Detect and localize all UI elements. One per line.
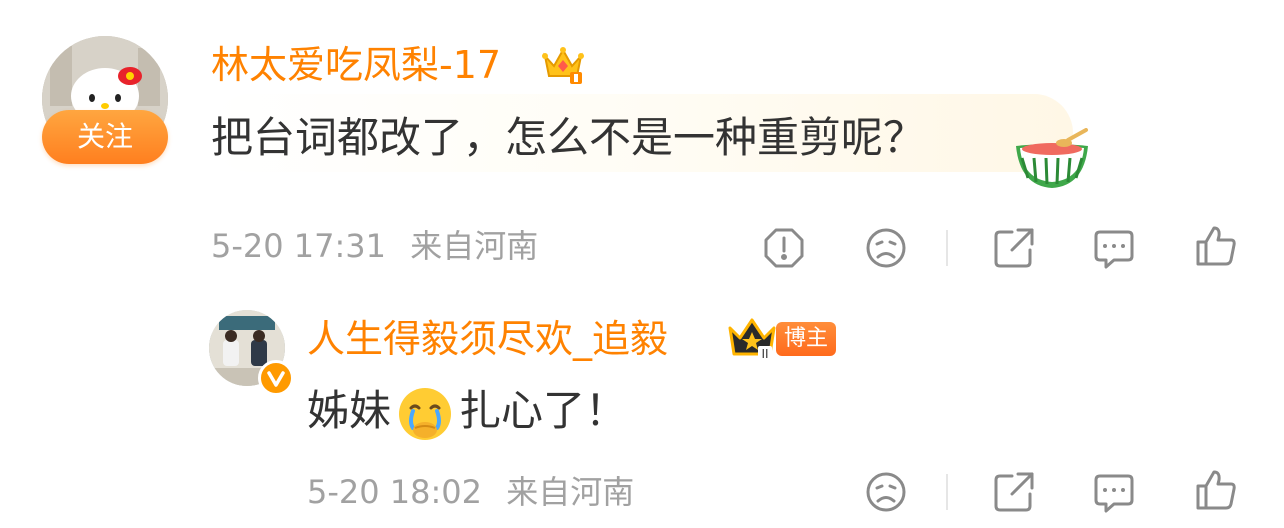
comment-location: 来自河南 (410, 227, 539, 265)
commenter-username[interactable]: 林太爱吃凤梨-17 (211, 38, 501, 92)
svg-text:II: II (761, 347, 768, 361)
reply-text-before: 姊妹 (307, 386, 392, 435)
host-tag: 博主 (776, 322, 836, 356)
crown-rank-icon: II (726, 314, 778, 362)
verified-badge-icon (258, 360, 294, 396)
comment-text: 把台词都改了，怎么不是一种重剪呢？ (211, 113, 926, 162)
reply-meta: 5-20 18:02 来自河南 (307, 470, 634, 514)
report-icon[interactable] (762, 226, 806, 270)
watermelon-sticker-icon (1012, 128, 1092, 192)
replier-username[interactable]: 人生得毅须尽欢_追毅 (307, 312, 668, 366)
follow-button[interactable]: 关注 (42, 110, 168, 164)
reply-time: 5-20 18:02 (307, 473, 483, 511)
reply-text: 姊妹 扎心了！ (307, 380, 627, 442)
reply-icon[interactable] (1092, 226, 1136, 270)
reply-share-icon[interactable] (992, 470, 1036, 514)
reply-like-icon[interactable] (1194, 468, 1238, 512)
comment-time: 5-20 17:31 (211, 227, 387, 265)
crown-badge-icon (540, 42, 586, 88)
share-icon[interactable] (992, 226, 1036, 270)
reply-location: 来自河南 (506, 473, 635, 511)
reply-action-divider (946, 474, 948, 510)
like-icon[interactable] (1194, 224, 1238, 268)
reply-reply-icon[interactable] (1092, 470, 1136, 514)
crying-face-emoji (395, 384, 455, 444)
reply-dislike-icon[interactable] (864, 470, 908, 514)
comment-meta: 5-20 17:31 来自河南 (211, 224, 538, 268)
action-divider (946, 230, 948, 266)
reply-text-after: 扎心了！ (459, 386, 628, 435)
dislike-icon[interactable] (864, 226, 908, 270)
